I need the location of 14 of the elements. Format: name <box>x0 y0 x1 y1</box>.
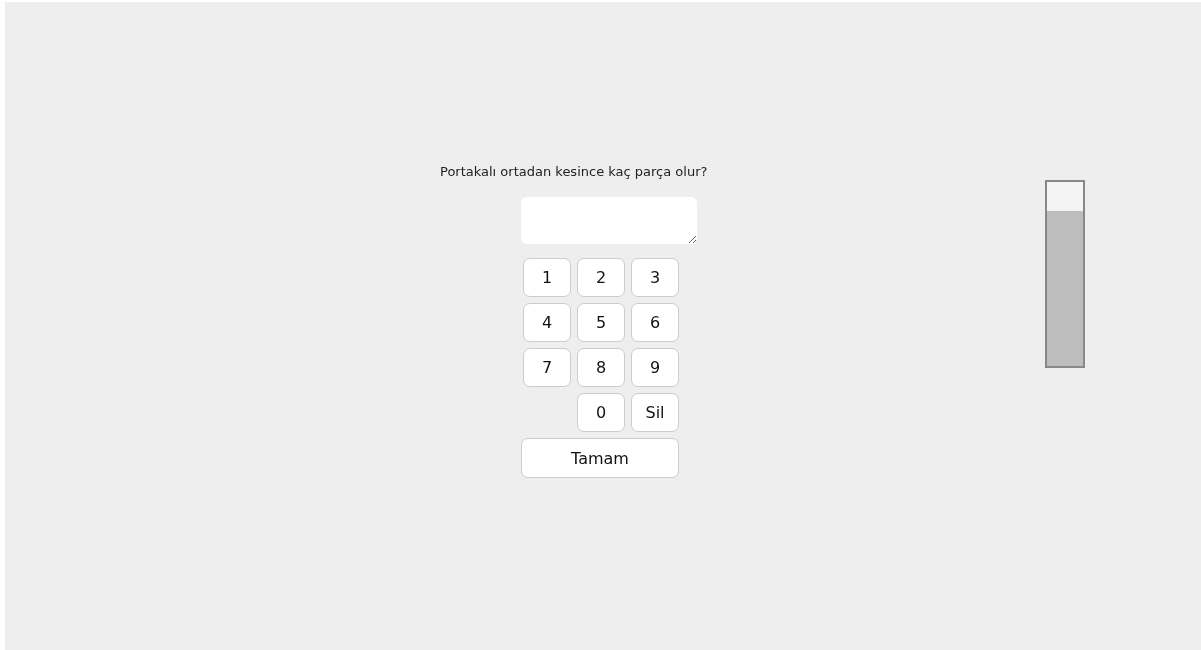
keypad-key[interactable]: 0 <box>577 393 625 432</box>
answer-field[interactable] <box>521 197 697 244</box>
keypad-key[interactable]: 5 <box>577 303 625 342</box>
keypad-key[interactable]: Sil <box>631 393 679 432</box>
keypad-key[interactable]: 8 <box>577 348 625 387</box>
keypad-key[interactable]: 2 <box>577 258 625 297</box>
keypad-key[interactable]: 3 <box>631 258 679 297</box>
ok-button[interactable]: Tamam <box>521 438 679 478</box>
keypad-key[interactable]: 7 <box>523 348 571 387</box>
keypad-key[interactable]: 6 <box>631 303 679 342</box>
keypad-key[interactable]: 1 <box>523 258 571 297</box>
keypad-key[interactable]: 4 <box>523 303 571 342</box>
keypad-key[interactable]: 9 <box>631 348 679 387</box>
question-text: Portakalı ortadan kesince kaç parça olur? <box>440 164 709 181</box>
